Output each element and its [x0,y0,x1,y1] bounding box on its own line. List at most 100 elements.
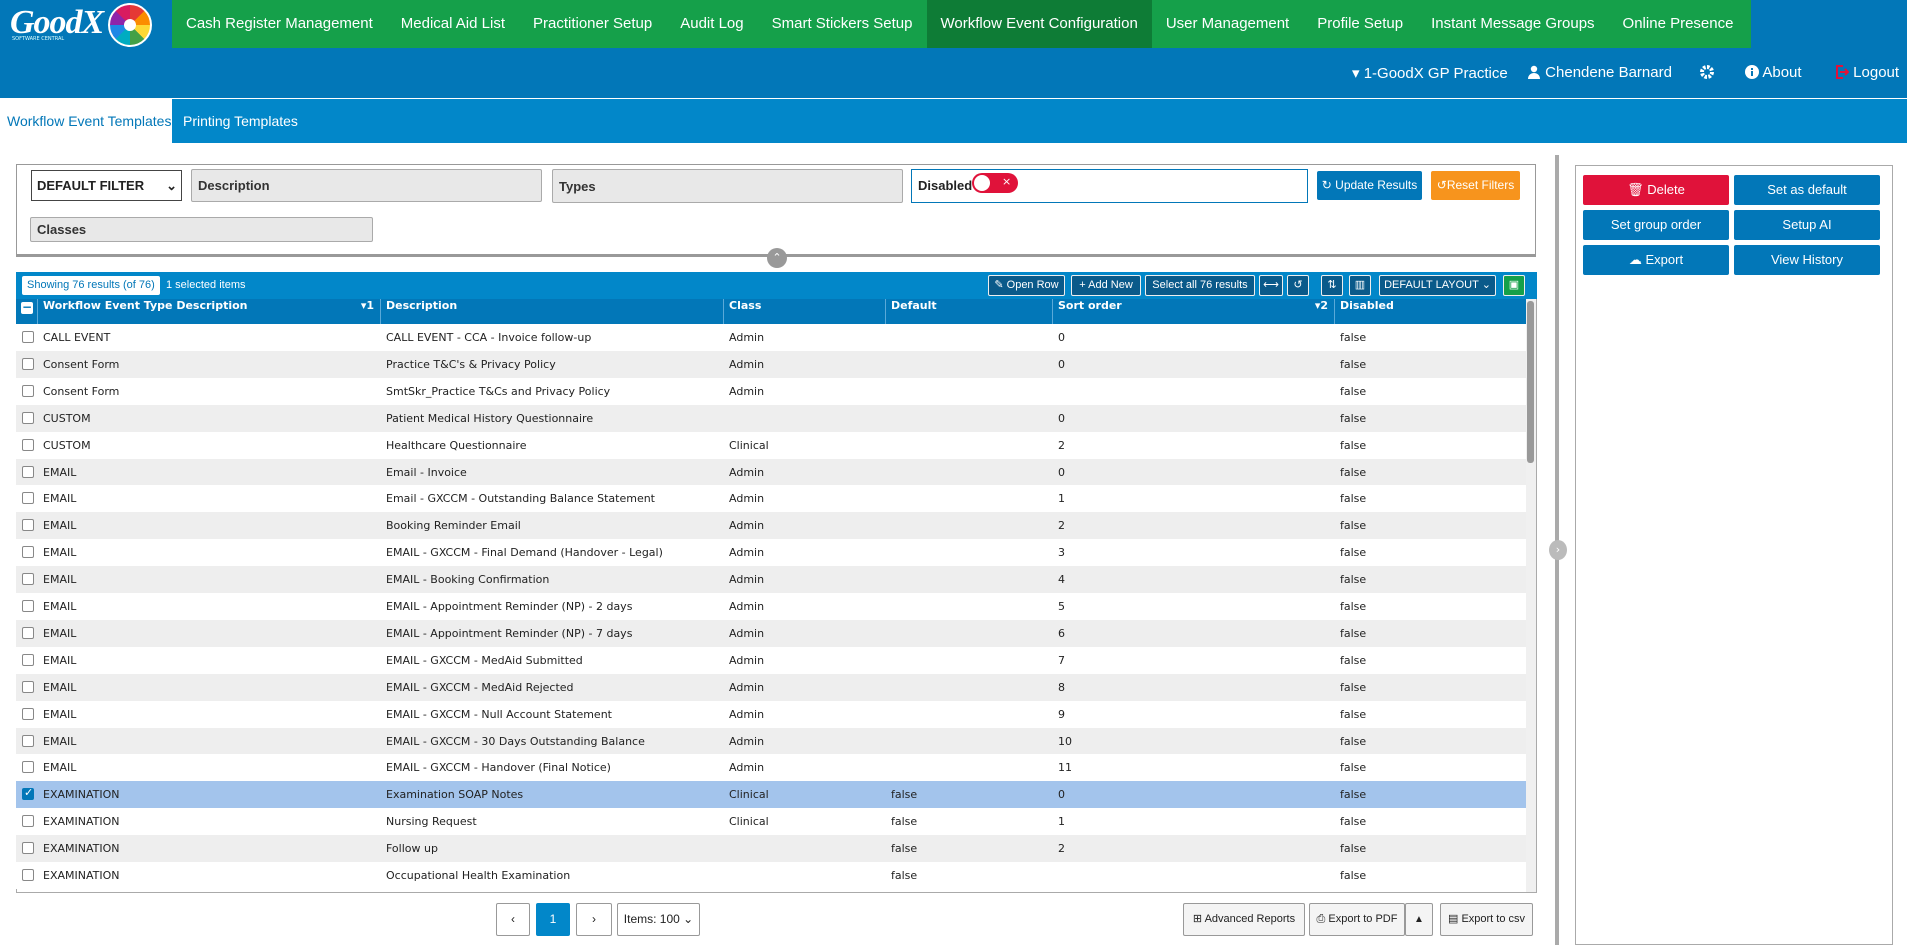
export-csv-button[interactable]: ▤ Export to csv [1440,903,1533,936]
row-checkbox[interactable] [22,411,34,424]
column-description[interactable]: Description [381,299,724,324]
row-checkbox[interactable] [22,653,34,666]
row-checkbox[interactable] [22,465,34,478]
columns-button[interactable]: ▥ [1349,275,1371,296]
practice-selector[interactable]: ▾ 1-GoodX GP Practice [1352,64,1508,82]
nav-item-audit-log[interactable]: Audit Log [666,0,757,48]
table-row[interactable]: Consent Form Practice T&C's & Privacy Pol… [16,350,1526,378]
items-per-page-select[interactable]: Items: 100 ⌄ [617,903,700,936]
reset-layout-button[interactable]: ↺ [1287,275,1309,296]
row-checkbox[interactable] [22,331,34,343]
table-row[interactable]: CUSTOM Healthcare Questionnaire Clinical 2 f… [16,431,1526,459]
nav-item-user-management[interactable]: User Management [1152,0,1303,48]
table-row[interactable]: EMAIL Email - GXCCM - Outstanding Balance… [16,485,1526,513]
export-pdf-button[interactable]: ⎙ Export to PDF [1309,903,1405,936]
tab-workflow-event-templates[interactable]: Workflow Event Templates [0,99,172,143]
advanced-reports-button[interactable]: ⊞ Advanced Reports [1183,903,1305,936]
row-checkbox[interactable] [22,815,34,828]
column-default[interactable]: Default [886,299,1053,324]
table-scrollbar-thumb[interactable] [1527,301,1534,463]
settings-button[interactable] [1699,64,1715,84]
row-checkbox[interactable] [22,869,34,881]
nav-item-workflow-event-configuration[interactable]: Workflow Event Configuration [926,0,1152,48]
row-checkbox[interactable] [22,573,34,586]
collapse-filters-button[interactable]: ⌃ [767,248,787,268]
table-row[interactable]: EMAIL EMAIL - GXCCM - Final Demand (Hando… [16,539,1526,567]
column-disabled[interactable]: Disabled [1335,299,1526,324]
row-checkbox[interactable] [22,761,34,774]
row-checkbox[interactable] [22,734,34,747]
table-row[interactable]: EMAIL EMAIL - GXCCM - Null Account Statem… [16,700,1526,728]
column-sort-order[interactable]: Sort order ▾2 [1053,299,1335,324]
table-row[interactable]: EXAMINATION Follow up false 2 false [16,835,1526,863]
select-all-button[interactable]: Select all 76 results [1145,275,1255,296]
table-row[interactable]: EMAIL Email - Invoice Admin 0 false [16,458,1526,486]
select-all-checkbox-cell[interactable]: − [16,299,38,324]
user-menu[interactable]: Chendene Barnard [1527,64,1672,81]
table-row[interactable]: EMAIL EMAIL - GXCCM - 30 Days Outstanding… [16,727,1526,755]
prev-page-button[interactable]: ‹ [496,903,530,936]
row-checkbox[interactable] [22,842,34,855]
next-page-button[interactable]: › [576,903,612,936]
nav-item-practitioner-setup[interactable]: Practitioner Setup [519,0,666,48]
row-checkbox[interactable] [22,546,34,559]
types-filter[interactable]: Types [552,169,903,203]
table-row[interactable]: EMAIL Booking Reminder Email Admin 2 false [16,512,1526,540]
about-link[interactable]: About [1745,64,1802,81]
table-row[interactable]: EMAIL EMAIL - Booking Confirmation Admin 4 f… [16,566,1526,594]
delete-button[interactable]: 🗑 Delete [1583,175,1729,205]
classes-filter[interactable]: Classes [30,217,373,242]
reset-filters-button[interactable]: ↺Reset Filters [1431,171,1520,200]
open-row-button[interactable]: ✎ Open Row [988,275,1065,296]
nav-item-online-presence[interactable]: Online Presence [1609,0,1748,48]
export-options-button[interactable]: ▲ [1405,903,1433,936]
row-checkbox[interactable] [22,519,34,532]
table-row[interactable]: Consent Form SmtSkr_Practice T&Cs and Pri… [16,377,1526,405]
row-checkbox[interactable] [22,384,34,397]
row-checkbox[interactable] [22,707,34,720]
row-checkbox[interactable] [22,492,34,505]
row-checkbox[interactable] [22,438,34,451]
nav-item-medical-aid-list[interactable]: Medical Aid List [387,0,519,48]
layout-dropdown[interactable]: DEFAULT LAYOUT ⌄ [1379,275,1496,296]
row-checkbox[interactable] [22,786,34,801]
table-row[interactable]: EMAIL EMAIL - GXCCM - Handover (Final Not… [16,754,1526,782]
tab-printing-templates[interactable]: Printing Templates [176,99,298,143]
row-checkbox[interactable] [22,626,34,639]
setup-ai-button[interactable]: Setup AI [1734,210,1880,240]
disabled-toggle[interactable]: × [972,173,1018,193]
table-row[interactable]: EMAIL EMAIL - GXCCM - MedAid Rejected Admi… [16,673,1526,701]
page-1-button[interactable]: 1 [536,903,570,936]
disabled-filter[interactable]: Disabled [911,169,1308,203]
add-new-button[interactable]: + Add New [1071,275,1141,296]
table-row[interactable]: EMAIL EMAIL - GXCCM - MedAid Submitted Adm… [16,646,1526,674]
nav-item-instant-message-groups[interactable]: Instant Message Groups [1417,0,1608,48]
table-row[interactable]: EXAMINATION Nursing Request Clinical false 1… [16,808,1526,836]
row-checkbox[interactable] [22,357,34,370]
set-group-order-button[interactable]: Set group order [1583,210,1729,240]
view-history-button[interactable]: View History [1734,245,1880,275]
row-checkbox[interactable] [22,680,34,693]
description-filter[interactable]: Description [191,169,542,202]
nav-item-cash-register-management[interactable]: Cash Register Management [172,0,387,48]
fit-columns-button[interactable]: ⟷ [1259,275,1283,296]
nav-item-profile-setup[interactable]: Profile Setup [1303,0,1417,48]
default-filter-select[interactable]: DEFAULT FILTER ⌄ [31,170,182,201]
table-row[interactable]: EMAIL EMAIL - Appointment Reminder (NP) -… [16,619,1526,647]
column-class[interactable]: Class [724,299,886,324]
collapse-side-panel-button[interactable]: › [1549,540,1567,560]
sort-button[interactable]: ⇅ [1321,275,1343,296]
column-type[interactable]: Workflow Event Type Description ▾1 [38,299,381,324]
table-row[interactable]: CALL EVENT CALL EVENT - CCA - Invoice fol… [16,324,1526,351]
table-row[interactable]: EMAIL EMAIL - Appointment Reminder (NP) -… [16,593,1526,620]
row-checkbox[interactable] [22,600,34,612]
set-default-button[interactable]: Set as default [1734,175,1880,205]
nav-item-smart-stickers-setup[interactable]: Smart Stickers Setup [758,0,927,48]
update-results-button[interactable]: ↻ Update Results [1317,171,1422,200]
select-all-checkbox[interactable]: − [21,301,33,314]
table-row[interactable]: EXAMINATION Examination SOAP Notes Clinica… [16,781,1526,809]
table-row[interactable]: EXAMINATION Occupational Health Examinati… [16,862,1526,889]
export-button[interactable]: ☁ Export [1583,245,1729,275]
logout-link[interactable]: Logout [1835,64,1899,81]
table-row[interactable]: CUSTOM Patient Medical History Questionna… [16,404,1526,432]
